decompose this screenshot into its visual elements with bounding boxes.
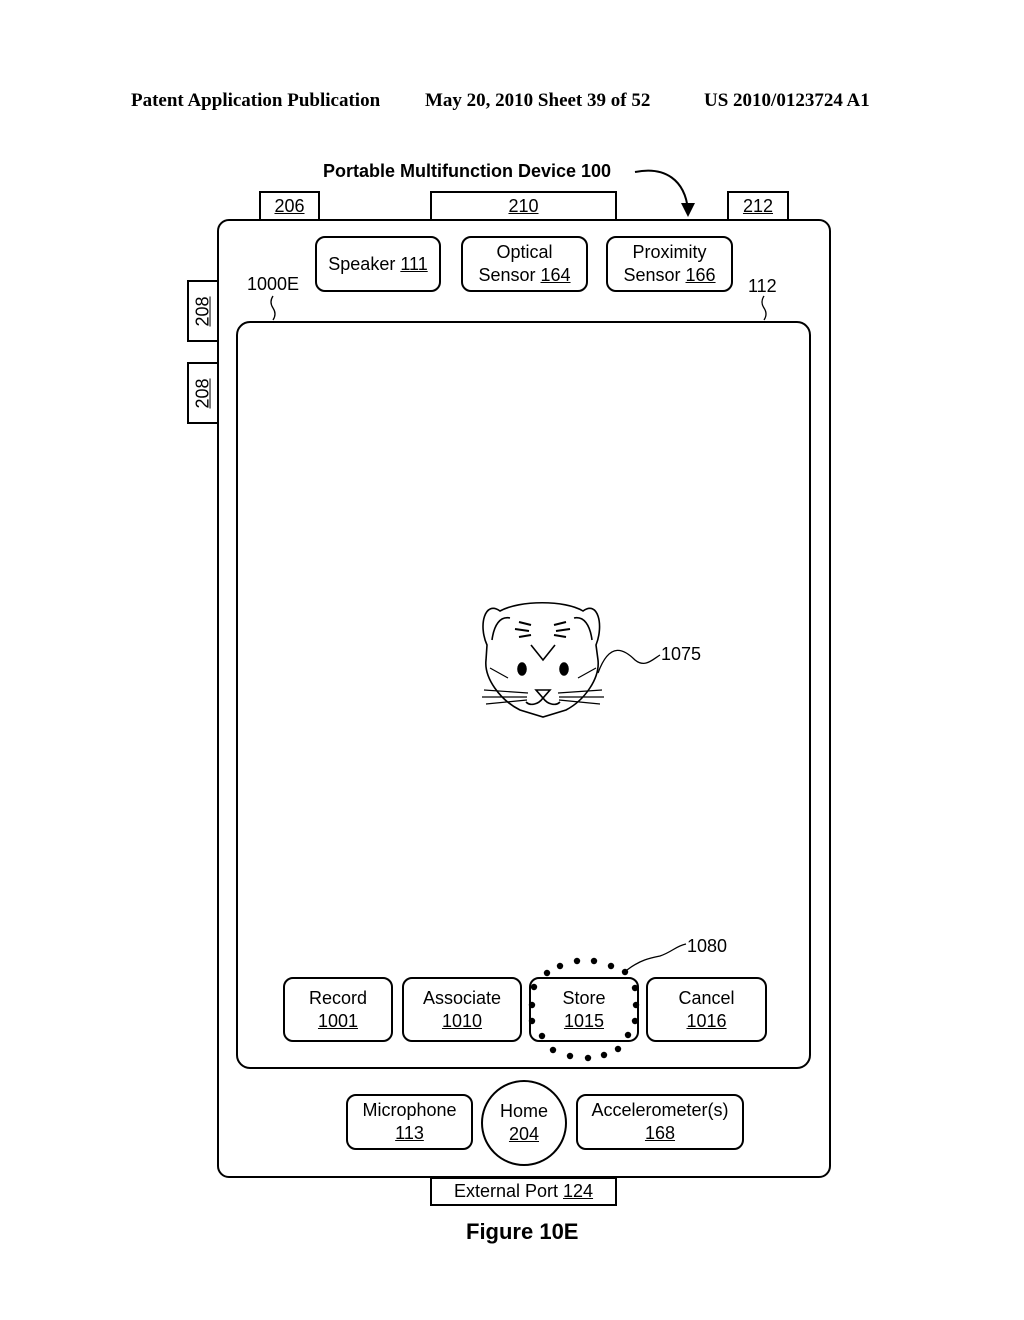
highlight-dot	[543, 969, 551, 977]
highlight-dot	[584, 1054, 592, 1062]
highlight-dot	[530, 983, 538, 991]
highlight-dot	[621, 968, 629, 976]
highlight-dot	[556, 962, 564, 970]
highlight-dot	[632, 1001, 640, 1009]
store-highlight-ring	[528, 957, 640, 1062]
highlight-dot	[600, 1051, 608, 1059]
highlight-dot	[614, 1045, 622, 1053]
highlight-dot	[573, 957, 581, 965]
highlight-dot	[624, 1031, 632, 1039]
highlight-dot	[590, 957, 598, 965]
highlight-dot	[528, 1001, 536, 1009]
highlight-dot	[631, 984, 639, 992]
highlight-dot	[528, 1017, 536, 1025]
highlight-dot	[538, 1032, 546, 1040]
highlight-dot	[607, 962, 615, 970]
highlight-dot	[549, 1046, 557, 1054]
highlight-dot	[566, 1052, 574, 1060]
highlight-dot	[631, 1017, 639, 1025]
